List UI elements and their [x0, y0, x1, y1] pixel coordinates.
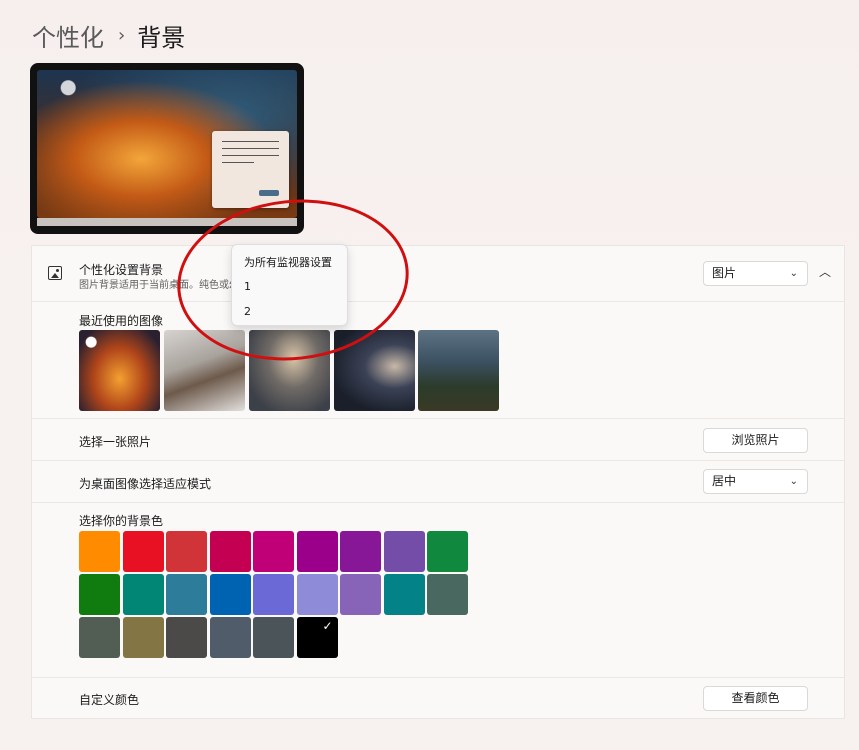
color-swatch[interactable] — [253, 617, 294, 658]
chevron-down-icon: ⌄ — [789, 476, 798, 487]
color-swatch[interactable] — [296, 531, 338, 572]
recent-image-3[interactable] — [249, 330, 330, 411]
custom-color-label: 自定义颜色 — [79, 693, 140, 707]
color-swatch[interactable] — [79, 531, 120, 572]
breadcrumb-chevron-icon: › — [118, 25, 126, 46]
fit-mode-label: 为桌面图像选择适应模式 — [79, 477, 212, 491]
fit-mode-dropdown[interactable]: 居中 ⌄ — [703, 469, 808, 494]
color-swatch[interactable] — [79, 617, 120, 658]
color-swatch[interactable] — [166, 531, 207, 572]
flyout-item-monitor-2[interactable]: 2 — [244, 305, 251, 318]
color-swatch[interactable]: ✓ — [296, 617, 338, 658]
chevron-down-icon: ⌄ — [789, 268, 798, 279]
breadcrumb: 个性化 › 背景 — [32, 18, 185, 53]
color-swatch[interactable] — [122, 617, 164, 658]
color-swatch[interactable] — [340, 531, 381, 572]
page-title: 背景 — [137, 24, 186, 52]
chevron-up-icon[interactable]: ︿ — [818, 262, 832, 282]
color-swatch[interactable] — [79, 574, 120, 615]
color-swatch[interactable] — [166, 617, 207, 658]
fit-mode-value: 居中 — [712, 474, 737, 488]
monitor-flyout: 为所有监视器设置 1 2 — [231, 244, 348, 326]
color-swatch[interactable] — [383, 574, 425, 615]
preview-taskbar — [37, 218, 297, 226]
background-type-value: 图片 — [712, 266, 737, 280]
view-colors-button[interactable]: 查看颜色 — [703, 686, 808, 711]
recent-image-5[interactable] — [418, 330, 499, 411]
color-swatch[interactable] — [253, 531, 294, 572]
color-swatch[interactable] — [427, 531, 468, 572]
color-swatch[interactable] — [253, 574, 294, 615]
recent-image-2[interactable] — [164, 330, 245, 411]
background-color-label: 选择你的背景色 — [79, 514, 164, 528]
breadcrumb-parent[interactable]: 个性化 — [32, 18, 104, 53]
flyout-item-monitor-1[interactable]: 1 — [244, 280, 251, 293]
recent-images-label: 最近使用的图像 — [79, 314, 164, 328]
color-swatch[interactable] — [427, 574, 468, 615]
color-swatch[interactable] — [122, 531, 164, 572]
color-swatch[interactable] — [340, 574, 381, 615]
choose-photo-label: 选择一张照片 — [79, 435, 152, 449]
recent-image-4[interactable] — [334, 330, 415, 411]
check-icon: ✓ — [322, 619, 333, 633]
color-swatch[interactable] — [296, 574, 338, 615]
preview-window — [212, 131, 289, 208]
color-swatch[interactable] — [383, 531, 425, 572]
color-swatch[interactable] — [122, 574, 164, 615]
background-type-dropdown[interactable]: 图片 ⌄ — [703, 261, 808, 286]
recent-image-1[interactable] — [79, 330, 160, 411]
color-swatch[interactable] — [166, 574, 207, 615]
flyout-item-all-monitors[interactable]: 为所有监视器设置 — [244, 254, 332, 270]
color-swatch[interactable] — [209, 574, 251, 615]
color-swatch[interactable] — [209, 617, 251, 658]
desktop-preview — [30, 63, 304, 234]
color-swatch[interactable] — [209, 531, 251, 572]
image-icon — [48, 266, 62, 280]
background-subtitle: 图片背景适用于当前桌面。纯色或幻 — [79, 280, 239, 291]
browse-photos-button[interactable]: 浏览照片 — [703, 428, 808, 453]
